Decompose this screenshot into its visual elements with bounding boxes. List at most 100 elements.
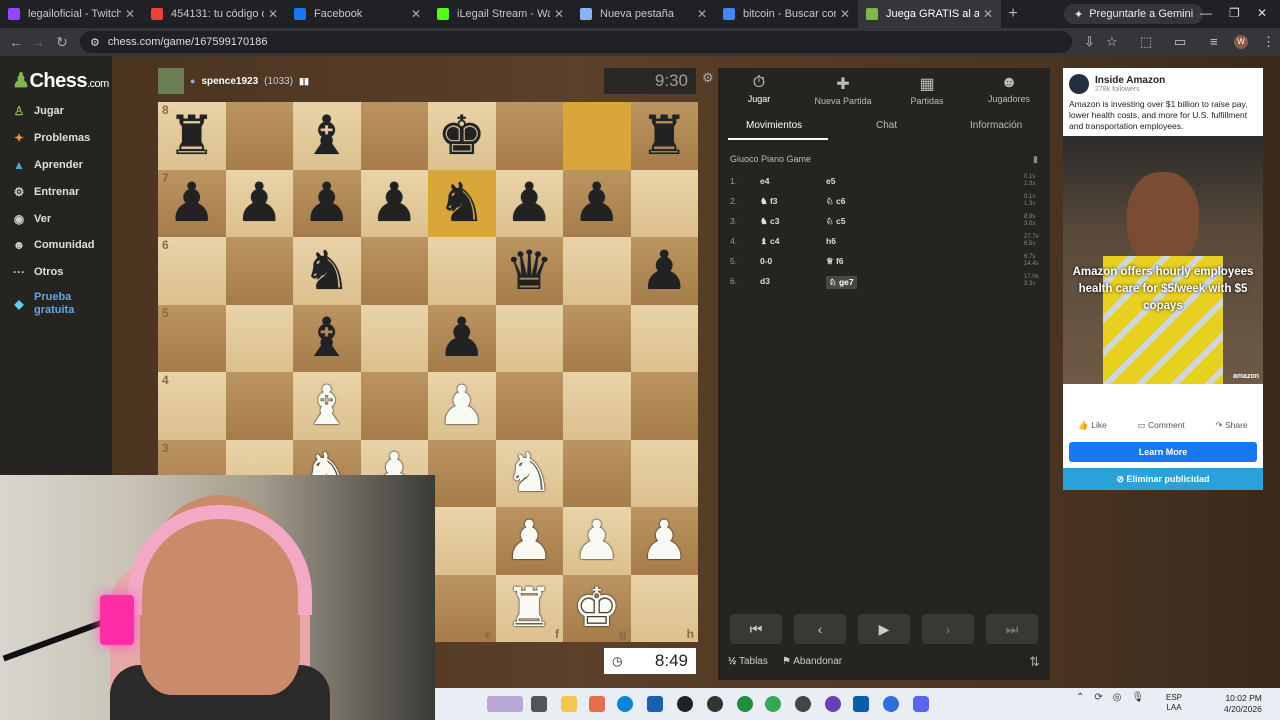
square-f1[interactable]: ♜ f [495,574,563,642]
square-h5[interactable] [630,304,698,372]
chrome-icon[interactable] [737,696,753,712]
square-a8[interactable]: ♜ 8 [158,102,226,170]
close-tab-icon[interactable]: ✕ [697,7,707,21]
white-p-piece[interactable]: ♟ [573,513,621,568]
sidebar-item-problemas[interactable]: ✦ Problemas [12,131,90,145]
square-a6[interactable]: 6 [158,237,226,305]
square-h4[interactable] [630,372,698,440]
square-g6[interactable] [563,237,631,305]
edge-icon[interactable] [617,696,633,712]
sidebar-item-otros[interactable]: ··· Otros [12,265,63,279]
black-q-piece[interactable]: ♛ [505,243,553,298]
chrome-active-icon[interactable] [765,696,781,712]
panel-tab[interactable]: ▦ Partidas [892,74,962,106]
language-indicator[interactable]: ESP LAA [1166,693,1182,713]
minimize-icon[interactable]: — [1200,6,1212,20]
chess-logo[interactable]: ♟Chess.com [12,68,109,93]
square-a5[interactable]: 5 [158,304,226,372]
flip-board-icon[interactable]: ⇅ [1029,654,1040,670]
first-move-button[interactable]: ⏮ [730,614,782,644]
black-p-piece[interactable]: ♟ [168,176,216,230]
browser-tab[interactable]: Nueva pestaña ✕ [572,0,715,28]
square-g3[interactable] [563,439,631,507]
close-tab-icon[interactable]: ✕ [411,7,421,21]
square-a7[interactable]: ♟ 7 [158,169,226,237]
white-move[interactable]: ♞ f3 [760,196,778,207]
black-move[interactable]: e5 [826,176,835,186]
bookmark-star-icon[interactable]: ☆ [1106,34,1118,50]
square-f7[interactable]: ♟ [495,169,563,237]
obs-icon[interactable] [795,696,811,712]
square-g7[interactable]: ♟ [563,169,631,237]
square-f4[interactable] [495,372,563,440]
book-icon[interactable]: ▮ [1033,154,1038,165]
black-move[interactable]: ♘ c6 [826,196,845,207]
app3-icon[interactable] [883,696,899,712]
like-button[interactable]: 👍 Like [1078,420,1107,431]
square-d5[interactable] [360,304,428,372]
app2-icon[interactable] [853,696,869,712]
square-a4[interactable]: 4 [158,372,226,440]
sidebar-item-entrenar[interactable]: ⚙ Entrenar [12,185,80,199]
square-c5[interactable]: ♝ [293,304,361,372]
remove-ads-button[interactable]: ⊘ Eliminar publicidad [1063,468,1263,490]
square-g5[interactable] [563,304,631,372]
square-e6[interactable] [428,237,496,305]
app-thumbnail-icon[interactable] [487,696,523,712]
media-icon[interactable]: ≡ [1210,34,1218,49]
square-c8[interactable]: ♝ [293,102,361,170]
site-info-icon[interactable]: ⚙ [90,36,100,49]
opponent-avatar[interactable] [158,68,184,94]
square-e4[interactable]: ♟ [428,372,496,440]
square-b5[interactable] [225,304,293,372]
sidepanel-icon[interactable]: ▭ [1174,34,1186,50]
copilot-icon[interactable] [589,696,605,712]
black-p-piece[interactable]: ♟ [505,176,553,230]
share-button[interactable]: ↷ Share [1215,420,1247,431]
square-b6[interactable] [225,237,293,305]
resign-button[interactable]: ⚑ Abandonar [782,656,842,667]
square-g8[interactable] [563,102,631,170]
black-p-piece[interactable]: ♟ [370,176,418,230]
browser-tab[interactable]: Juega GRATIS al ajedrez o✕ [858,0,1001,28]
square-d4[interactable] [360,372,428,440]
white-n-piece[interactable]: ♞ [505,446,553,500]
panel-tab[interactable]: ⏱ Jugar [724,74,794,104]
reload-icon[interactable]: ↻ [50,34,74,51]
white-move[interactable]: ♝ c4 [760,236,779,247]
panel-tab[interactable]: ☻ Jugadores [974,74,1044,104]
black-move[interactable]: ♘ c5 [826,216,845,227]
close-tab-icon[interactable]: ✕ [268,7,278,21]
square-e1[interactable]: e [428,574,496,642]
browser-tab[interactable]: legailoficial - Twitch ✕ [0,0,143,28]
square-h1[interactable]: h [630,574,698,642]
close-tab-icon[interactable]: ✕ [125,7,135,21]
square-f2[interactable]: ♟ [495,507,563,575]
square-e3[interactable] [428,439,496,507]
learn-more-button[interactable]: Learn More [1069,442,1257,462]
square-h2[interactable]: ♟ [630,507,698,575]
menu-kebab-icon[interactable]: ⋮ [1262,34,1275,50]
sidebar-item-comunidad[interactable]: ☻ Comunidad [12,238,95,252]
install-icon[interactable]: ⇩ [1084,34,1095,50]
white-move[interactable]: e4 [760,176,769,186]
close-window-icon[interactable]: ✕ [1257,6,1267,20]
browser-tab[interactable]: iLegail Stream - Watch Live✕ [429,0,572,28]
square-f6[interactable]: ♛ [495,237,563,305]
profile-avatar[interactable]: W [1234,35,1248,49]
comment-button[interactable]: ▭ Comment [1138,420,1185,431]
square-d7[interactable]: ♟ [360,169,428,237]
sidebar-item-trial[interactable]: ◆ Prueba gratuita [12,291,84,317]
url-field[interactable]: ⚙ chess.com/game/167599170186 [80,31,1072,53]
white-k-piece[interactable]: ♚ [573,581,621,635]
black-r-piece[interactable]: ♜ [168,108,216,163]
square-c4[interactable]: ♝ [293,372,361,440]
mic-icon[interactable]: 🎙 [1132,692,1145,703]
opponent-name[interactable]: spence1923 [201,76,258,87]
square-f5[interactable] [495,304,563,372]
square-c7[interactable]: ♟ [293,169,361,237]
close-tab-icon[interactable]: ✕ [983,7,993,21]
new-tab-button[interactable]: + [1001,5,1025,23]
square-h7[interactable] [630,169,698,237]
square-g2[interactable]: ♟ [563,507,631,575]
